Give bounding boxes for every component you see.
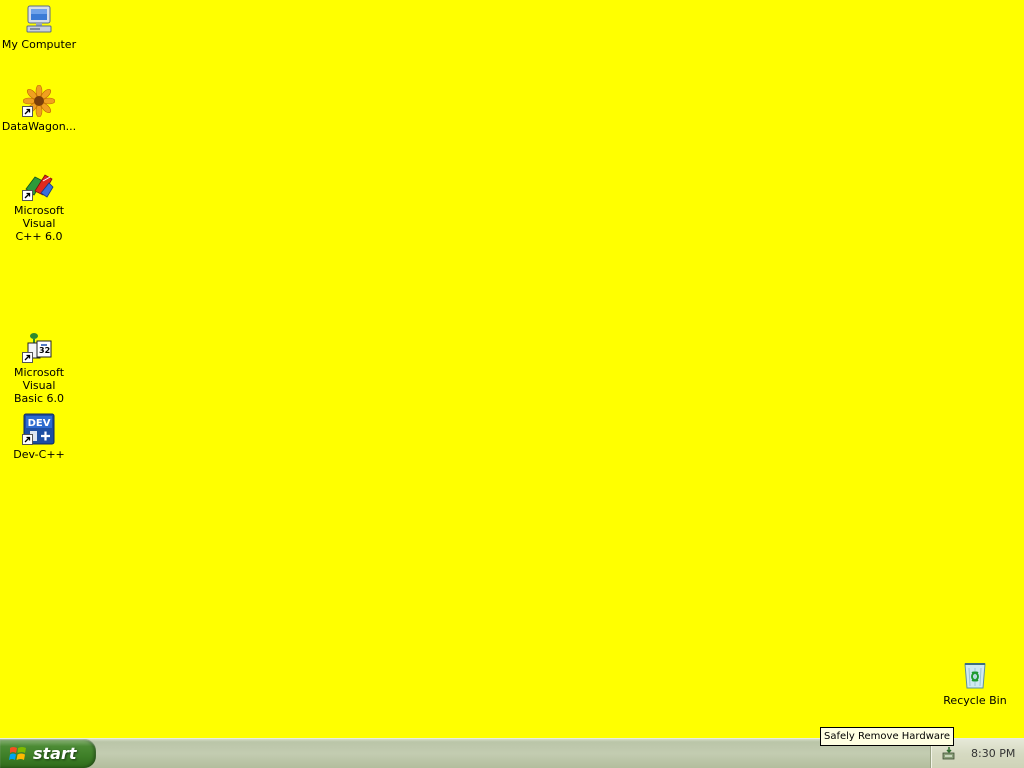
desktop-icon-label: My Computer <box>1 38 77 51</box>
computer-icon <box>22 2 56 36</box>
visual-cpp-icon <box>22 168 56 202</box>
desktop-icon-my-computer[interactable]: My Computer <box>0 2 78 51</box>
dev-cpp-icon: DEV <box>22 412 56 446</box>
desktop-icon-label: DataWagon... <box>1 120 77 133</box>
start-label: start <box>33 744 77 763</box>
desktop-icon-datawagon[interactable]: DataWagon... <box>0 84 78 133</box>
sunflower-icon <box>22 84 56 118</box>
safely-remove-hardware-icon[interactable] <box>941 746 957 762</box>
tooltip-safely-remove-hardware: Safely Remove Hardware <box>820 727 955 746</box>
shortcut-arrow-icon <box>22 352 33 363</box>
desktop-icon-label: Microsoft Visual C++ 6.0 <box>13 204 65 243</box>
desktop-icon-label: Microsoft Visual Basic 6.0 <box>13 366 65 405</box>
desktop-icon-visual-cpp[interactable]: Microsoft Visual C++ 6.0 <box>0 168 78 243</box>
desktop-icon-visual-basic[interactable]: 32 Microsoft Visual Basic 6.0 <box>0 330 78 405</box>
recycle-bin-icon <box>958 658 992 692</box>
desktop-icon-label: Recycle Bin <box>943 694 1007 707</box>
shortcut-arrow-icon <box>22 106 33 117</box>
desktop-icon-dev-cpp[interactable]: DEV Dev-C++ <box>0 412 78 461</box>
clock[interactable]: 8:30 PM <box>971 747 1015 760</box>
start-button[interactable]: start <box>0 739 96 768</box>
shortcut-arrow-icon <box>22 190 33 201</box>
desktop-icon-label: Dev-C++ <box>13 448 65 461</box>
visual-basic-icon: 32 <box>22 330 56 364</box>
desktop-icon-recycle-bin[interactable]: Recycle Bin <box>936 658 1014 707</box>
svg-text:32: 32 <box>39 346 50 355</box>
windows-logo-icon <box>9 746 26 760</box>
dev-badge-text: DEV <box>28 418 51 429</box>
desktop: My Computer DataWagon... Microsoft Visua… <box>0 0 1024 738</box>
shortcut-arrow-icon <box>22 434 33 445</box>
